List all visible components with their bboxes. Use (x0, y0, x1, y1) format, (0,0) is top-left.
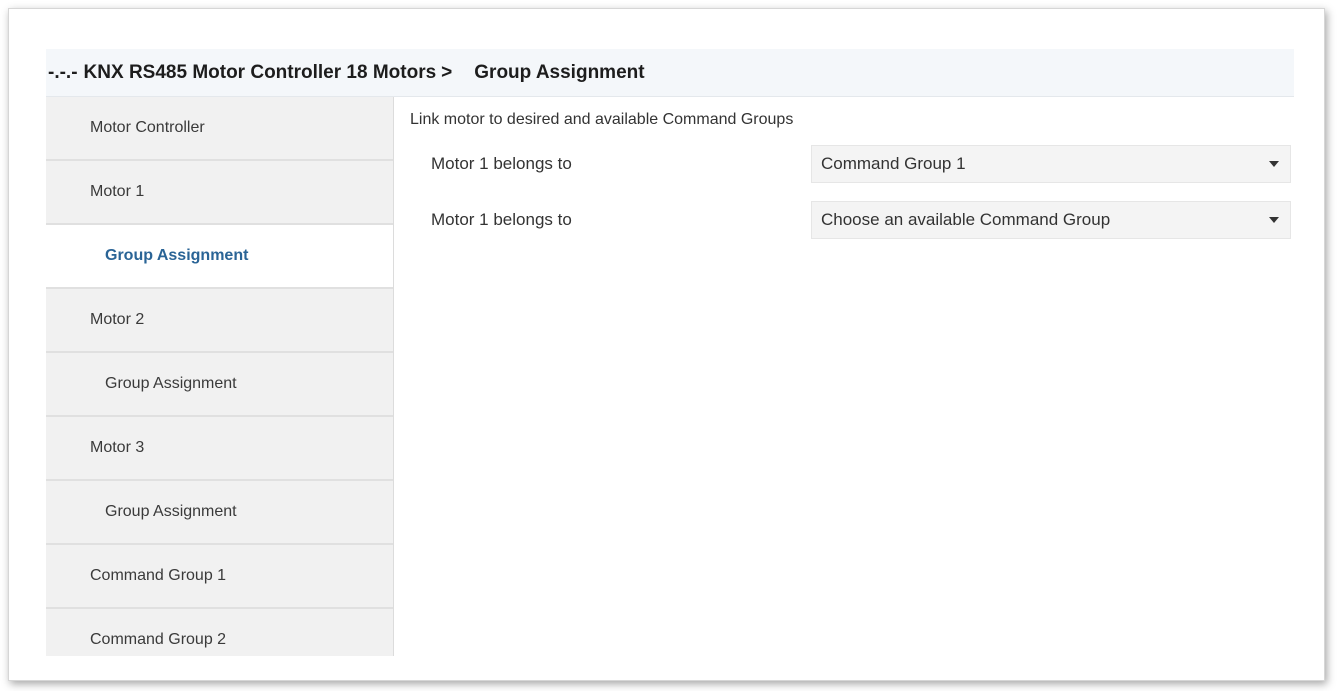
sidebar-item-label: Command Group 1 (90, 567, 227, 584)
sidebar-item-motor-2-group-assignment[interactable]: Group Assignment (46, 353, 393, 417)
command-group-select-2[interactable]: Choose an available Command Group (811, 201, 1291, 239)
breadcrumb-device[interactable]: KNX RS485 Motor Controller 18 Motors (84, 62, 437, 84)
sidebar: Motor Controller Motor 1 Group Assignmen… (46, 97, 394, 656)
sidebar-item-motor-3-group-assignment[interactable]: Group Assignment (46, 481, 393, 545)
param-row: Motor 1 belongs to Command Group 1 (394, 145, 1294, 183)
param-label: Motor 1 belongs to (431, 210, 572, 229)
sidebar-item-label: Motor 2 (90, 311, 145, 328)
sidebar-item-label: Group Assignment (105, 503, 237, 520)
sidebar-item-command-group-2[interactable]: Command Group 2 (46, 609, 393, 656)
sidebar-item-label: Motor 1 (90, 183, 145, 200)
breadcrumb-separator: > (441, 61, 453, 83)
main-panel: Link motor to desired and available Comm… (394, 97, 1294, 656)
select-value: Command Group 1 (821, 154, 966, 173)
sidebar-item-motor-3[interactable]: Motor 3 (46, 417, 393, 481)
sidebar-item-label: Command Group 2 (90, 631, 227, 648)
command-group-select-1[interactable]: Command Group 1 (811, 145, 1291, 183)
param-label: Motor 1 belongs to (431, 154, 572, 173)
sidebar-item-motor-1[interactable]: Motor 1 (46, 161, 393, 225)
select-value: Choose an available Command Group (821, 210, 1111, 229)
chevron-down-icon (1269, 161, 1279, 167)
chevron-down-icon (1269, 217, 1279, 223)
sidebar-item-motor-controller[interactable]: Motor Controller (46, 97, 393, 161)
breadcrumb: -.-.- KNX RS485 Motor Controller 18 Moto… (46, 49, 1294, 97)
sidebar-item-label: Motor Controller (90, 119, 205, 136)
sidebar-item-command-group-1[interactable]: Command Group 1 (46, 545, 393, 609)
breadcrumb-current: Group Assignment (474, 61, 645, 83)
param-row: Motor 1 belongs to Choose an available C… (394, 201, 1294, 239)
sidebar-item-label: Motor 3 (90, 439, 145, 456)
sidebar-item-motor-2[interactable]: Motor 2 (46, 289, 393, 353)
section-title: Link motor to desired and available Comm… (410, 111, 794, 128)
breadcrumb-root: -.-.- (48, 61, 78, 83)
sidebar-item-label: Group Assignment (105, 375, 237, 392)
sidebar-item-label: Group Assignment (105, 247, 249, 264)
sidebar-item-motor-1-group-assignment[interactable]: Group Assignment (46, 225, 393, 289)
